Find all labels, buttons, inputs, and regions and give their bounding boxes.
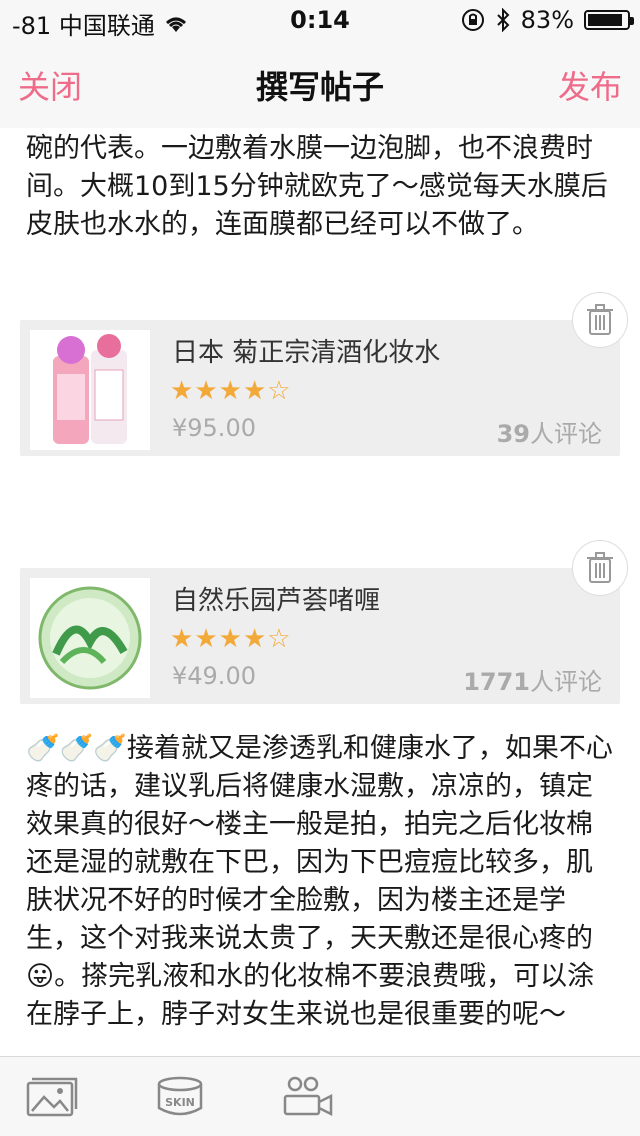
product-name: 自然乐园芦荟啫喱	[172, 586, 381, 616]
publish-button[interactable]: 发布	[558, 62, 622, 108]
skin-icon: SKIN	[157, 1076, 203, 1116]
review-count-number: 1771	[463, 668, 530, 696]
page-title: 撰写帖子	[255, 68, 384, 106]
editor-toolbar: SKIN	[0, 1056, 640, 1136]
post-text-paragraph[interactable]: 碗的代表。一边敷着水膜一边泡脚，也不浪费时间。大概10到15分钟就欧克了～感觉每…	[26, 130, 616, 244]
rating-stars: ★★★★☆	[170, 624, 292, 654]
review-count: 39人评论	[497, 414, 602, 449]
status-right: 83%	[461, 6, 634, 34]
battery-level	[588, 14, 622, 26]
insert-people-button[interactable]	[280, 1075, 336, 1119]
product-price: ¥49.00	[172, 662, 256, 690]
star-filled-icon: ★	[170, 624, 195, 654]
star-filled-icon: ★	[242, 376, 268, 406]
aloe-gel-jar-image	[38, 586, 142, 690]
trash-icon	[587, 304, 613, 335]
product-price: ¥95.00	[172, 414, 256, 442]
battery-percent: 83%	[520, 6, 574, 34]
tongue-emoji: 😛	[26, 961, 55, 992]
star-filled-icon: ★	[218, 624, 243, 654]
trash-icon	[587, 552, 613, 583]
review-count: 1771人评论	[463, 662, 602, 697]
product-card[interactable]: 自然乐园芦荟啫喱 ★★★★☆ ¥49.00 1771人评论	[20, 568, 620, 704]
product-image	[30, 578, 150, 698]
bluetooth-icon	[496, 8, 510, 32]
people-icon	[283, 1076, 333, 1117]
star-empty-icon: ☆	[267, 624, 292, 654]
review-count-suffix: 人评论	[530, 420, 602, 448]
post-text-paragraph[interactable]: 🍼🍼🍼接着就又是渗透乳和健康水了，如果不心疼的话，建议乳后将健康水湿敷，凉凉的，…	[26, 730, 616, 1034]
photo-icon	[26, 1077, 78, 1117]
post-text-segment: 。搽完乳液和水的化妆棉不要浪费哦，可以涂在脖子上，脖子对女生来说也是很重要的呢～	[26, 961, 595, 1030]
star-filled-icon: ★	[218, 376, 243, 406]
review-count-suffix: 人评论	[530, 668, 602, 696]
star-filled-icon: ★	[194, 376, 219, 406]
star-filled-icon: ★	[194, 624, 219, 654]
star-filled-icon: ★	[170, 376, 195, 406]
toner-bottles-image	[53, 334, 127, 444]
star-empty-icon: ☆	[267, 376, 292, 406]
baby-bottle-emoji: 🍼🍼🍼	[26, 733, 127, 764]
skin-label: SKIN	[165, 1096, 195, 1109]
rating-stars: ★★★★☆	[170, 376, 292, 406]
insert-photo-button[interactable]	[24, 1075, 80, 1119]
nav-bar: 关闭 撰写帖子 发布	[0, 40, 640, 128]
product-name: 日本 菊正宗清酒化妆水	[172, 338, 441, 368]
battery-icon	[584, 10, 634, 30]
review-count-number: 39	[496, 420, 530, 448]
post-text-segment: 接着就又是渗透乳和健康水了，如果不心疼的话，建议乳后将健康水湿敷，凉凉的，镇定效…	[26, 733, 613, 954]
star-filled-icon: ★	[242, 624, 268, 654]
delete-product-button[interactable]	[572, 292, 628, 348]
post-editor-content[interactable]: 碗的代表。一边敷着水膜一边泡脚，也不浪费时间。大概10到15分钟就欧克了～感觉每…	[0, 128, 640, 1056]
status-bar: -81 中国联通 0:14 83%	[0, 0, 640, 40]
product-image	[30, 330, 150, 450]
product-card[interactable]: 日本 菊正宗清酒化妆水 ★★★★☆ ¥95.00 39人评论	[20, 320, 620, 456]
insert-product-button[interactable]: SKIN	[152, 1075, 208, 1119]
rotation-lock-icon	[461, 9, 484, 31]
delete-product-button[interactable]	[572, 540, 628, 596]
